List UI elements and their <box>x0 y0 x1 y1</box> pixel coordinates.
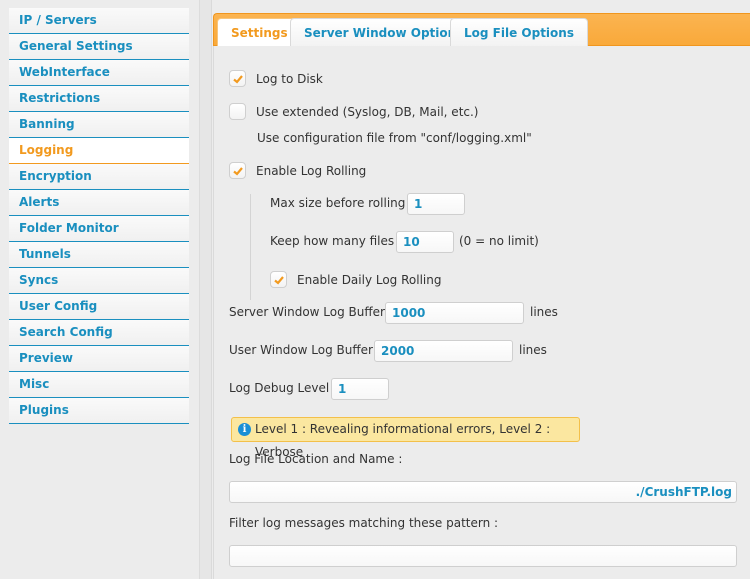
sidebar-item-tunnels[interactable]: Tunnels <box>9 242 189 268</box>
debug-level-label: Log Debug Level : <box>229 381 338 395</box>
sidebar-item-ip-servers[interactable]: IP / Servers <box>9 8 189 34</box>
tab-bar: Settings Server Window Options Log File … <box>213 13 750 47</box>
sidebar-item-restrictions[interactable]: Restrictions <box>9 86 189 112</box>
use-extended-label: Use extended (Syslog, DB, Mail, etc.) <box>256 105 479 119</box>
enable-log-rolling-label: Enable Log Rolling <box>256 164 367 178</box>
sidebar-item-encryption[interactable]: Encryption <box>9 164 189 190</box>
debug-level-input[interactable]: 1 <box>331 378 389 400</box>
sidebar-item-alerts[interactable]: Alerts <box>9 190 189 216</box>
keep-files-label: Keep how many files : <box>270 234 402 248</box>
keep-files-input[interactable]: 10 <box>396 231 454 253</box>
rolling-group-line <box>250 194 251 300</box>
checkmark-icon <box>233 167 243 176</box>
info-icon: i <box>238 423 251 436</box>
tab-log-file-options[interactable]: Log File Options <box>450 18 588 47</box>
server-buffer-label: Server Window Log Buffer : <box>229 305 393 319</box>
sidebar-item-folder-monitor[interactable]: Folder Monitor <box>9 216 189 242</box>
max-size-input[interactable]: 1 <box>407 193 465 215</box>
sidebar-item-preview[interactable]: Preview <box>9 346 189 372</box>
log-to-disk-label: Log to Disk <box>256 72 323 86</box>
sidebar-menu: IP / Servers General Settings WebInterfa… <box>9 8 189 424</box>
sidebar-item-banning[interactable]: Banning <box>9 112 189 138</box>
daily-log-rolling-label: Enable Daily Log Rolling <box>297 273 442 287</box>
log-location-label: Log File Location and Name : <box>229 452 403 466</box>
max-size-label: Max size before rolling : <box>270 196 414 210</box>
user-buffer-unit: lines <box>519 343 547 357</box>
debug-level-info: i Level 1 : Revealing informational erro… <box>231 417 580 459</box>
sidebar-item-syncs[interactable]: Syncs <box>9 268 189 294</box>
sidebar-item-general-settings[interactable]: General Settings <box>9 34 189 60</box>
sidebar-item-logging[interactable]: Logging <box>9 138 189 164</box>
panel-divider <box>200 0 212 579</box>
log-location-input[interactable]: ./CrushFTP.log <box>229 481 737 503</box>
sidebar: IP / Servers General Settings WebInterfa… <box>0 0 200 579</box>
sidebar-item-user-config[interactable]: User Config <box>9 294 189 320</box>
sidebar-item-search-config[interactable]: Search Config <box>9 320 189 346</box>
tab-settings[interactable]: Settings <box>217 18 302 47</box>
keep-files-hint: (0 = no limit) <box>459 234 539 248</box>
checkmark-icon <box>233 75 243 84</box>
filter-label: Filter log messages matching these patte… <box>229 516 499 530</box>
enable-log-rolling-checkbox[interactable] <box>229 162 246 179</box>
sidebar-item-webinterface[interactable]: WebInterface <box>9 60 189 86</box>
daily-log-rolling-checkbox[interactable] <box>270 271 287 288</box>
filter-input[interactable] <box>229 545 737 567</box>
checkmark-icon <box>274 276 284 285</box>
sidebar-item-misc[interactable]: Misc <box>9 372 189 398</box>
use-config-note: Use configuration file from "conf/loggin… <box>257 131 532 145</box>
use-extended-checkbox[interactable] <box>229 103 246 120</box>
server-buffer-unit: lines <box>530 305 558 319</box>
user-buffer-label: User Window Log Buffer : <box>229 343 381 357</box>
sidebar-item-plugins[interactable]: Plugins <box>9 398 189 424</box>
log-to-disk-checkbox[interactable] <box>229 70 246 87</box>
server-buffer-input[interactable]: 1000 <box>385 302 524 324</box>
user-buffer-input[interactable]: 2000 <box>374 340 513 362</box>
